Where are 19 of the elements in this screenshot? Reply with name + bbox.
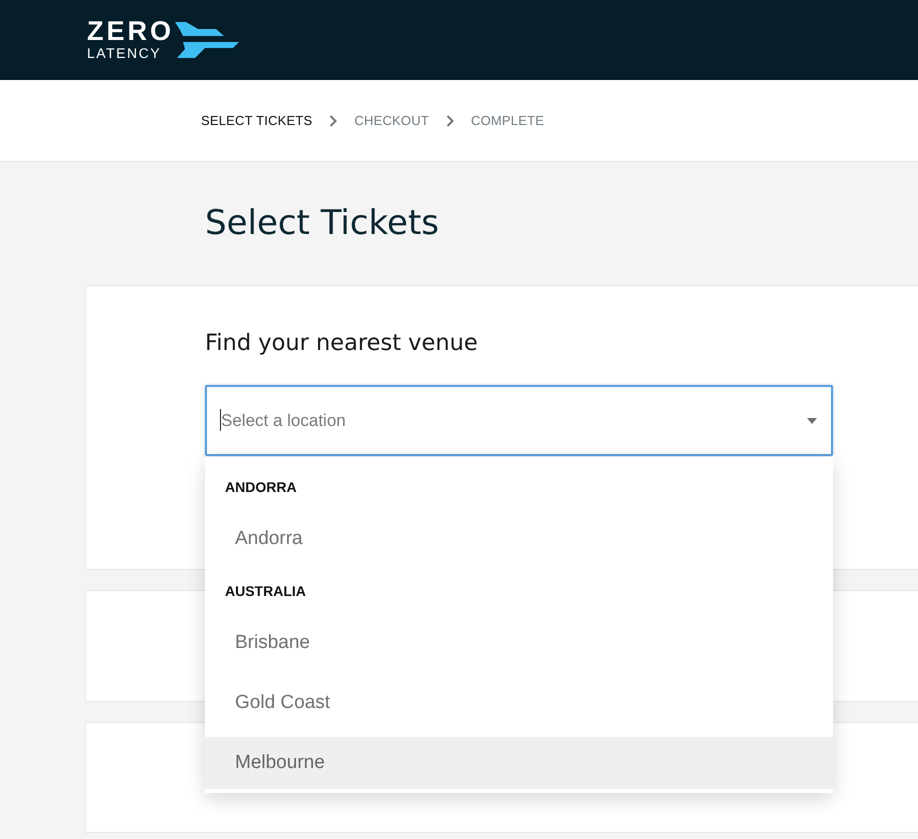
page-title: Select Tickets <box>205 203 439 243</box>
text-cursor-icon <box>220 409 221 431</box>
logo-text[interactable]: ZERO <box>87 19 174 43</box>
dropdown-option[interactable]: Gold Coast <box>205 677 833 729</box>
chevron-right-icon <box>446 114 454 126</box>
logo-text[interactable]: LATENCY <box>87 45 162 61</box>
dropdown-option[interactable]: Brisbane <box>205 617 833 669</box>
plane-logo-icon <box>174 21 240 59</box>
field-label: Find your nearest venue <box>205 330 478 356</box>
breadcrumb-step[interactable]: SELECT TICKETS <box>201 110 312 130</box>
group-heading: AUSTRALIA <box>225 582 306 600</box>
dropdown-option[interactable]: Melbourne <box>205 737 833 789</box>
location-select[interactable]: Select a location <box>205 385 833 456</box>
caret-down-icon <box>807 418 817 424</box>
dropdown-option[interactable]: Andorra <box>205 513 833 565</box>
chevron-right-icon <box>329 114 338 126</box>
breadcrumb-step[interactable]: COMPLETE <box>470 110 544 130</box>
group-heading: ANDORRA <box>225 478 297 496</box>
breadcrumb-step[interactable]: CHECKOUT <box>354 110 429 130</box>
